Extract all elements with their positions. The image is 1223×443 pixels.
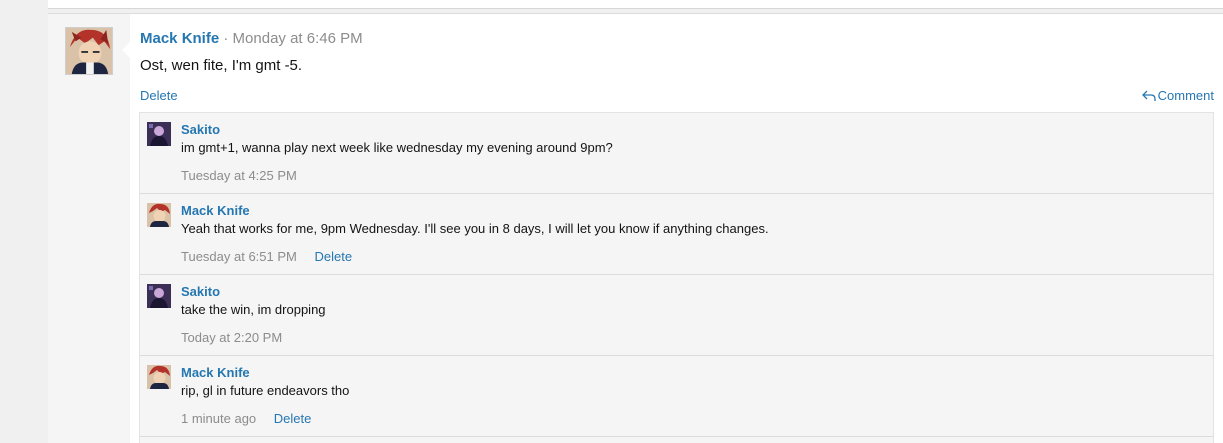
reply-arrow-icon — [1141, 90, 1156, 101]
avatar-image — [147, 122, 171, 146]
comment-list: Sakito im gmt+1, wanna play next week li… — [139, 112, 1214, 443]
comment-meta: Tuesday at 4:25 PM — [181, 168, 297, 183]
post-timestamp[interactable]: Monday at 6:46 PM — [233, 30, 363, 47]
comment-meta: 1 minute ago Delete — [181, 411, 311, 426]
previous-post-bottom — [48, 0, 1223, 9]
avatar[interactable] — [147, 122, 171, 146]
comment-delete-link[interactable]: Delete — [274, 411, 312, 426]
comment-timestamp[interactable]: Tuesday at 4:25 PM — [181, 168, 297, 183]
comment-meta: Today at 2:20 PM — [181, 330, 282, 345]
avatar-image — [66, 28, 112, 74]
speech-arrow — [122, 42, 130, 58]
avatar-image — [147, 365, 171, 389]
avatar-image — [147, 284, 171, 308]
comment-item: Mack Knife Yeah that works for me, 9pm W… — [140, 194, 1213, 275]
avatar[interactable] — [147, 365, 171, 389]
comment-timestamp[interactable]: Today at 2:20 PM — [181, 330, 282, 345]
comment-text: rip, gl in future endeavors tho — [181, 383, 350, 398]
comment-item: Sakito im gmt+1, wanna play next week li… — [140, 113, 1213, 194]
profile-post: Mack Knife · Monday at 6:46 PM Ost, wen … — [48, 13, 1223, 443]
comment-author-link[interactable]: Sakito — [181, 122, 220, 137]
comment-author-link[interactable]: Sakito — [181, 284, 220, 299]
comment-meta: Tuesday at 6:51 PM Delete — [181, 249, 352, 264]
avatar[interactable] — [147, 284, 171, 308]
avatar[interactable] — [147, 203, 171, 227]
comment-text: take the win, im dropping — [181, 302, 326, 317]
post-content: Mack Knife · Monday at 6:46 PM Ost, wen … — [122, 14, 1223, 443]
comment-delete-link[interactable]: Delete — [314, 249, 352, 264]
post-comment-link[interactable]: Comment — [1141, 88, 1214, 103]
post-author-link[interactable]: Mack Knife — [140, 30, 219, 47]
comment-item: Sakito take the win, im dropping Today a… — [140, 275, 1213, 356]
comment-author-link[interactable]: Mack Knife — [181, 365, 250, 380]
comment-item: Mack Knife rip, gl in future endeavors t… — [140, 356, 1213, 437]
comment-text: Yeah that works for me, 9pm Wednesday. I… — [181, 221, 769, 236]
comment-timestamp[interactable]: Tuesday at 6:51 PM — [181, 249, 297, 264]
comment-label: Comment — [1157, 88, 1214, 103]
avatar[interactable] — [65, 27, 113, 75]
avatar-image — [147, 203, 171, 227]
comment-timestamp[interactable]: 1 minute ago — [181, 411, 256, 426]
comment-author-link[interactable]: Mack Knife — [181, 203, 250, 218]
post-body: Ost, wen fite, I'm gmt -5. — [140, 57, 303, 74]
post-header: Mack Knife · Monday at 6:46 PM — [140, 30, 363, 47]
header-separator: · — [223, 30, 229, 47]
comment-text: im gmt+1, wanna play next week like wedn… — [181, 140, 613, 155]
post-delete-link[interactable]: Delete — [140, 88, 178, 103]
